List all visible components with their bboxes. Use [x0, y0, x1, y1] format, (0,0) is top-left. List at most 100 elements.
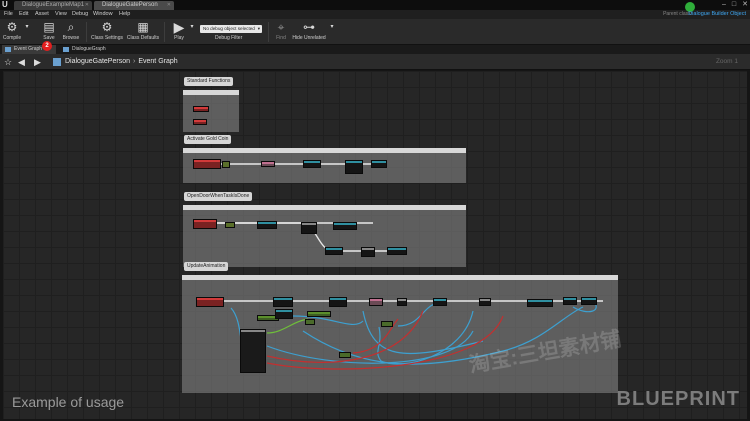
hide-unrelated-options-button[interactable]: ▾ — [329, 20, 335, 44]
chevron-down-icon: ▾ — [25, 24, 29, 30]
tab-label: DialogueGatePerson — [102, 2, 158, 8]
menu-asset[interactable]: Asset — [35, 10, 49, 19]
event-node[interactable] — [196, 297, 224, 307]
parent-class-link[interactable]: Dialogue Builder Object — [688, 10, 746, 19]
tab-dialogue-example-map[interactable]: DialogueExampleMap1 ✕ — [14, 1, 92, 10]
menu-bar: File Edit Asset View Debug Window Help P… — [0, 2, 750, 19]
event-node[interactable] — [193, 106, 209, 112]
variable-node[interactable] — [225, 222, 235, 228]
event-node[interactable] — [193, 159, 221, 169]
menu-help[interactable]: Help — [119, 10, 130, 19]
browse-icon: ⌕ — [67, 20, 75, 34]
graph-icon — [5, 47, 11, 52]
play-icon: ▶ — [173, 19, 185, 35]
back-arrow-icon[interactable]: ◀ — [18, 56, 25, 68]
menu-debug[interactable]: Debug — [72, 10, 88, 19]
hide-unrelated-icon: ⊶ — [303, 20, 315, 34]
unreal-logo-icon: U — [2, 0, 8, 9]
menu-edit[interactable]: Edit — [19, 10, 28, 19]
breadcrumb-graph[interactable]: Event Graph — [138, 58, 177, 65]
variable-node[interactable] — [222, 161, 230, 168]
find-button[interactable]: ⌖ Find — [272, 20, 290, 44]
breadcrumb: DialogueGatePerson › Event Graph — [65, 58, 178, 65]
forward-arrow-icon[interactable]: ▶ — [34, 56, 41, 68]
close-window-icon[interactable]: ✕ — [742, 0, 748, 10]
browse-button[interactable]: ⌕ Browse — [60, 20, 82, 44]
function-node[interactable] — [261, 161, 275, 167]
compile-options-button[interactable]: ▾ — [24, 20, 30, 44]
function-node[interactable] — [325, 247, 343, 255]
close-icon[interactable]: ✕ — [167, 1, 171, 10]
chevron-down-icon: ▾ — [190, 24, 194, 30]
maximize-icon[interactable]: □ — [732, 0, 736, 10]
variable-node[interactable] — [381, 321, 393, 327]
variable-node[interactable] — [307, 311, 331, 317]
variable-node[interactable] — [339, 352, 351, 358]
function-node[interactable] — [369, 298, 383, 306]
debug-filter-label: Debug Filter — [215, 35, 243, 41]
toolbar-divider — [268, 22, 269, 42]
title-bar: U DialogueExampleMap1 ✕ DialogueGatePers… — [0, 0, 750, 10]
variable-node[interactable] — [305, 319, 315, 325]
function-node[interactable] — [397, 298, 407, 306]
caption-text: Example of usage — [12, 394, 125, 410]
function-node[interactable] — [303, 160, 321, 168]
menu-window[interactable]: Window — [93, 10, 113, 19]
menu-file[interactable]: File — [4, 10, 13, 19]
window-controls: – □ ✕ — [722, 0, 748, 10]
blueprint-editor-window: U DialogueExampleMap1 ✕ DialogueGatePers… — [0, 0, 750, 421]
toolbar-divider — [86, 22, 87, 42]
function-node[interactable] — [273, 297, 293, 307]
close-icon[interactable]: ✕ — [85, 1, 89, 10]
save-button[interactable]: ▤ Save — [40, 20, 58, 44]
function-node[interactable] — [329, 297, 347, 307]
function-node[interactable] — [479, 298, 491, 306]
compile-button[interactable]: ⚙ Compile — [2, 20, 22, 44]
function-node[interactable] — [333, 222, 357, 230]
function-node[interactable] — [581, 297, 597, 305]
blueprint-icon — [53, 58, 61, 66]
switch-node[interactable] — [240, 329, 266, 373]
save-icon: ▤ — [43, 20, 55, 34]
tab-dialogue-graph[interactable]: DialogueGraph — [60, 45, 120, 54]
event-node[interactable] — [193, 219, 217, 229]
class-settings-button[interactable]: ⚙ Class Settings — [89, 20, 125, 44]
defaults-icon: ▦ — [137, 20, 149, 34]
function-node[interactable] — [361, 247, 375, 257]
function-node[interactable] — [563, 297, 577, 305]
class-defaults-button[interactable]: ▦ Class Defaults — [126, 20, 160, 44]
breadcrumb-asset[interactable]: DialogueGatePerson — [65, 58, 130, 65]
function-node[interactable] — [345, 160, 363, 174]
graph-tab-bar: Event Graph DialogueGraph — [0, 45, 750, 54]
function-node[interactable] — [257, 221, 277, 229]
chevron-down-icon: ▾ — [257, 26, 260, 31]
graph-icon — [63, 47, 69, 52]
binoculars-icon: ⌖ — [277, 20, 285, 34]
zoom-level: Zoom 1 — [715, 58, 738, 65]
function-node[interactable] — [387, 247, 407, 255]
minimize-icon[interactable]: – — [722, 0, 726, 10]
breadcrumb-bar: ☆ ◀ ▶ DialogueGatePerson › Event Graph Zoo… — [0, 54, 750, 70]
menu-view[interactable]: View — [55, 10, 67, 19]
blueprint-watermark: BLUEPRINT — [616, 388, 740, 410]
compile-icon: ⚙ — [6, 20, 18, 34]
play-options-button[interactable]: ▾ — [189, 20, 195, 44]
function-node[interactable] — [527, 299, 553, 307]
chevron-down-icon: ▾ — [330, 24, 334, 30]
hide-unrelated-button[interactable]: ⊶ Hide Unrelated — [292, 20, 326, 44]
function-node[interactable] — [371, 160, 387, 168]
tab-dialogue-gate-person[interactable]: DialogueGatePerson ✕ — [94, 1, 174, 10]
toolbar-divider — [164, 22, 165, 42]
function-node[interactable] — [275, 309, 293, 319]
gears-icon: ⚙ — [101, 20, 113, 34]
star-icon[interactable]: ☆ — [4, 56, 12, 68]
branch-node[interactable] — [301, 222, 317, 234]
event-node[interactable] — [193, 119, 207, 125]
debug-object-select[interactable]: No debug object selected ▾ — [200, 25, 262, 33]
tab-label: DialogueExampleMap1 — [22, 2, 85, 8]
function-node[interactable] — [433, 298, 447, 306]
step-badge: 2 — [42, 41, 52, 51]
graph-canvas[interactable]: Standard Functions Activate Gold Coin Op… — [3, 71, 747, 419]
play-button[interactable]: ▶ Play — [168, 20, 190, 44]
graph-wires — [211, 163, 603, 370]
